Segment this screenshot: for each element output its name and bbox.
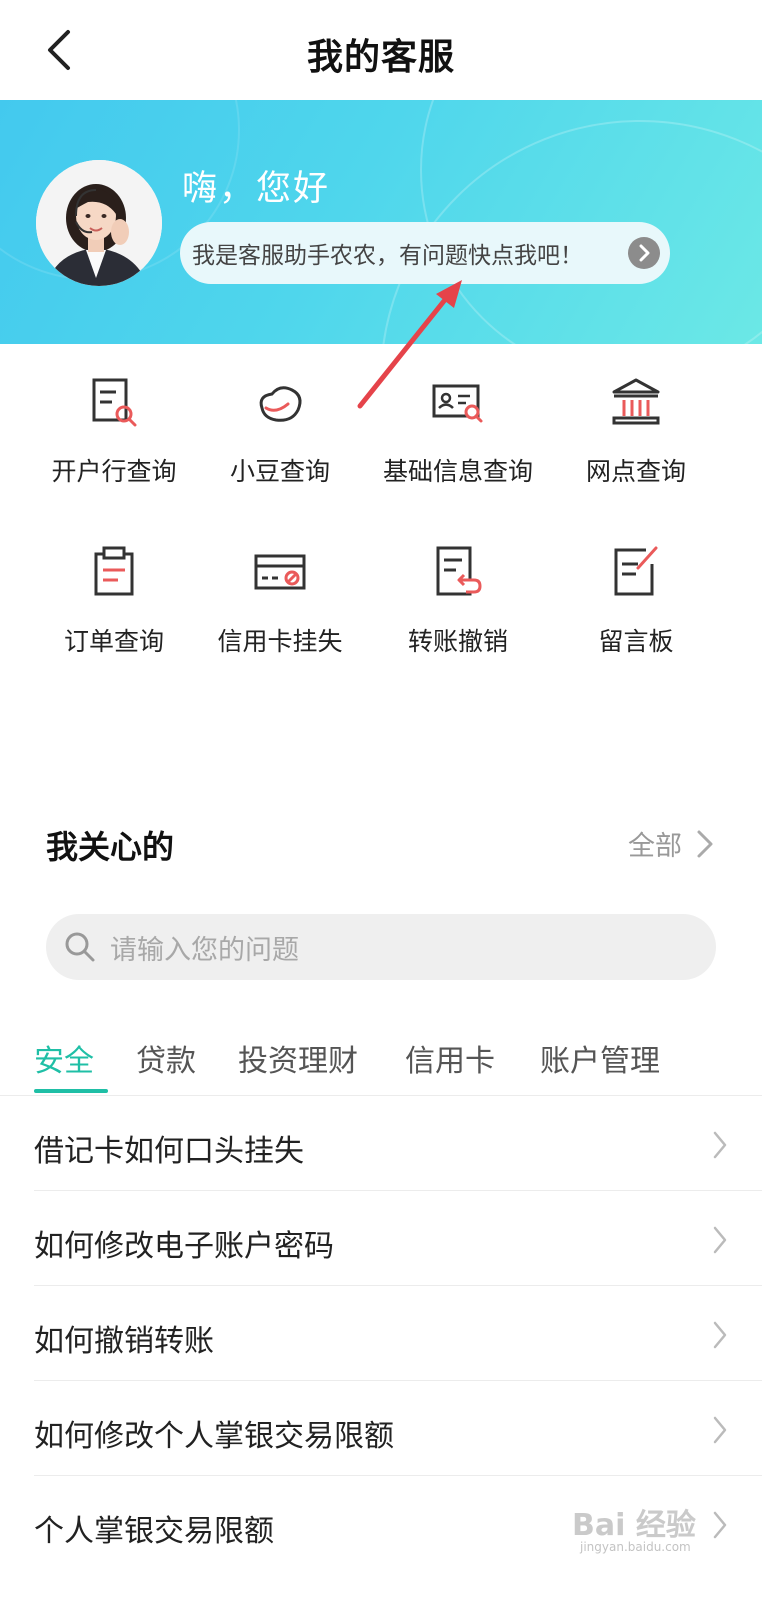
tab-investment[interactable]: 投资理财 xyxy=(238,1036,358,1080)
chevron-right-icon xyxy=(713,1511,727,1539)
faq-question: 个人掌银交易限额 xyxy=(34,1514,274,1549)
agent-avatar xyxy=(36,160,162,286)
chevron-right-circle-icon xyxy=(628,237,660,269)
chevron-right-icon xyxy=(713,1416,727,1444)
watermark-logo: Bai 经验 xyxy=(572,1508,696,1543)
faq-question: 如何撤销转账 xyxy=(34,1324,214,1359)
chevron-right-icon xyxy=(713,1226,727,1254)
list-item[interactable]: 如何修改个人掌银交易限额 xyxy=(34,1381,762,1476)
doc-undo-icon xyxy=(436,546,482,596)
card-block-icon xyxy=(254,554,306,590)
tab-loans[interactable]: 贷款 xyxy=(136,1036,196,1080)
service-order-query[interactable]: 订单查询 xyxy=(24,514,204,664)
chevron-right-icon xyxy=(697,830,713,857)
tab-security[interactable]: 安全 xyxy=(34,1036,94,1080)
bank-building-icon xyxy=(612,378,660,425)
chevron-right-icon xyxy=(713,1321,727,1349)
service-banner: 嗨，您好 我是客服助手农农，有问题快点我吧！ xyxy=(0,100,762,344)
bean-icon xyxy=(259,386,302,422)
view-all-button[interactable]: 全部 xyxy=(628,824,714,863)
faq-question: 借记卡如何口头挂失 xyxy=(34,1134,304,1169)
section-title: 我关心的 xyxy=(46,828,175,866)
search-input[interactable]: 请输入您的问题 xyxy=(46,914,716,980)
search-icon xyxy=(65,932,95,962)
active-tab-indicator xyxy=(34,1089,108,1093)
faq-question: 如何修改个人掌银交易限额 xyxy=(34,1419,394,1454)
service-bean-query[interactable]: 小豆查询 xyxy=(190,344,370,494)
service-open-bank-query[interactable]: 开户行查询 xyxy=(24,344,204,494)
service-label: 开户行查询 xyxy=(51,457,177,486)
page-title: 我的客服 xyxy=(306,37,455,78)
service-basic-info-query[interactable]: 基础信息查询 xyxy=(368,344,548,494)
service-branch-query[interactable]: 网点查询 xyxy=(546,344,726,494)
list-item[interactable]: 借记卡如何口头挂失 xyxy=(34,1096,762,1191)
chevron-right-icon xyxy=(713,1131,727,1159)
assistant-bubble-button[interactable]: 我是客服助手农农，有问题快点我吧！ xyxy=(180,222,670,284)
service-transfer-cancel[interactable]: 转账撤销 xyxy=(368,514,548,664)
faq-question: 如何修改电子账户密码 xyxy=(34,1229,334,1264)
service-label: 网点查询 xyxy=(585,457,686,486)
service-message-board[interactable]: 留言板 xyxy=(546,514,726,664)
service-label: 订单查询 xyxy=(63,627,164,656)
greeting-text: 嗨，您好 xyxy=(182,169,331,209)
service-label: 留言板 xyxy=(598,627,674,656)
service-label: 基础信息查询 xyxy=(382,457,533,486)
tab-account-management[interactable]: 账户管理 xyxy=(540,1036,660,1080)
doc-search-icon xyxy=(92,378,137,427)
service-credit-card-loss[interactable]: 信用卡挂失 xyxy=(190,514,370,664)
category-tabs: 安全 贷款 投资理财 信用卡 账户管理 xyxy=(0,1030,762,1096)
watermark-url: jingyan.baidu.com xyxy=(580,1540,691,1554)
list-item[interactable]: 如何修改电子账户密码 xyxy=(34,1191,762,1286)
service-label: 信用卡挂失 xyxy=(217,627,343,656)
service-label: 小豆查询 xyxy=(229,457,330,486)
note-edit-icon xyxy=(614,546,658,596)
view-all-label: 全部 xyxy=(628,831,682,862)
id-card-search-icon xyxy=(432,384,483,423)
search-placeholder: 请输入您的问题 xyxy=(110,934,299,966)
top-nav-bar: 我的客服 xyxy=(0,0,762,100)
assistant-bubble-text: 我是客服助手农农，有问题快点我吧！ xyxy=(192,243,583,269)
list-item[interactable]: 如何撤销转账 xyxy=(34,1286,762,1381)
tab-credit-card[interactable]: 信用卡 xyxy=(405,1036,495,1080)
service-label: 转账撤销 xyxy=(407,627,508,656)
clipboard-icon xyxy=(94,546,134,596)
